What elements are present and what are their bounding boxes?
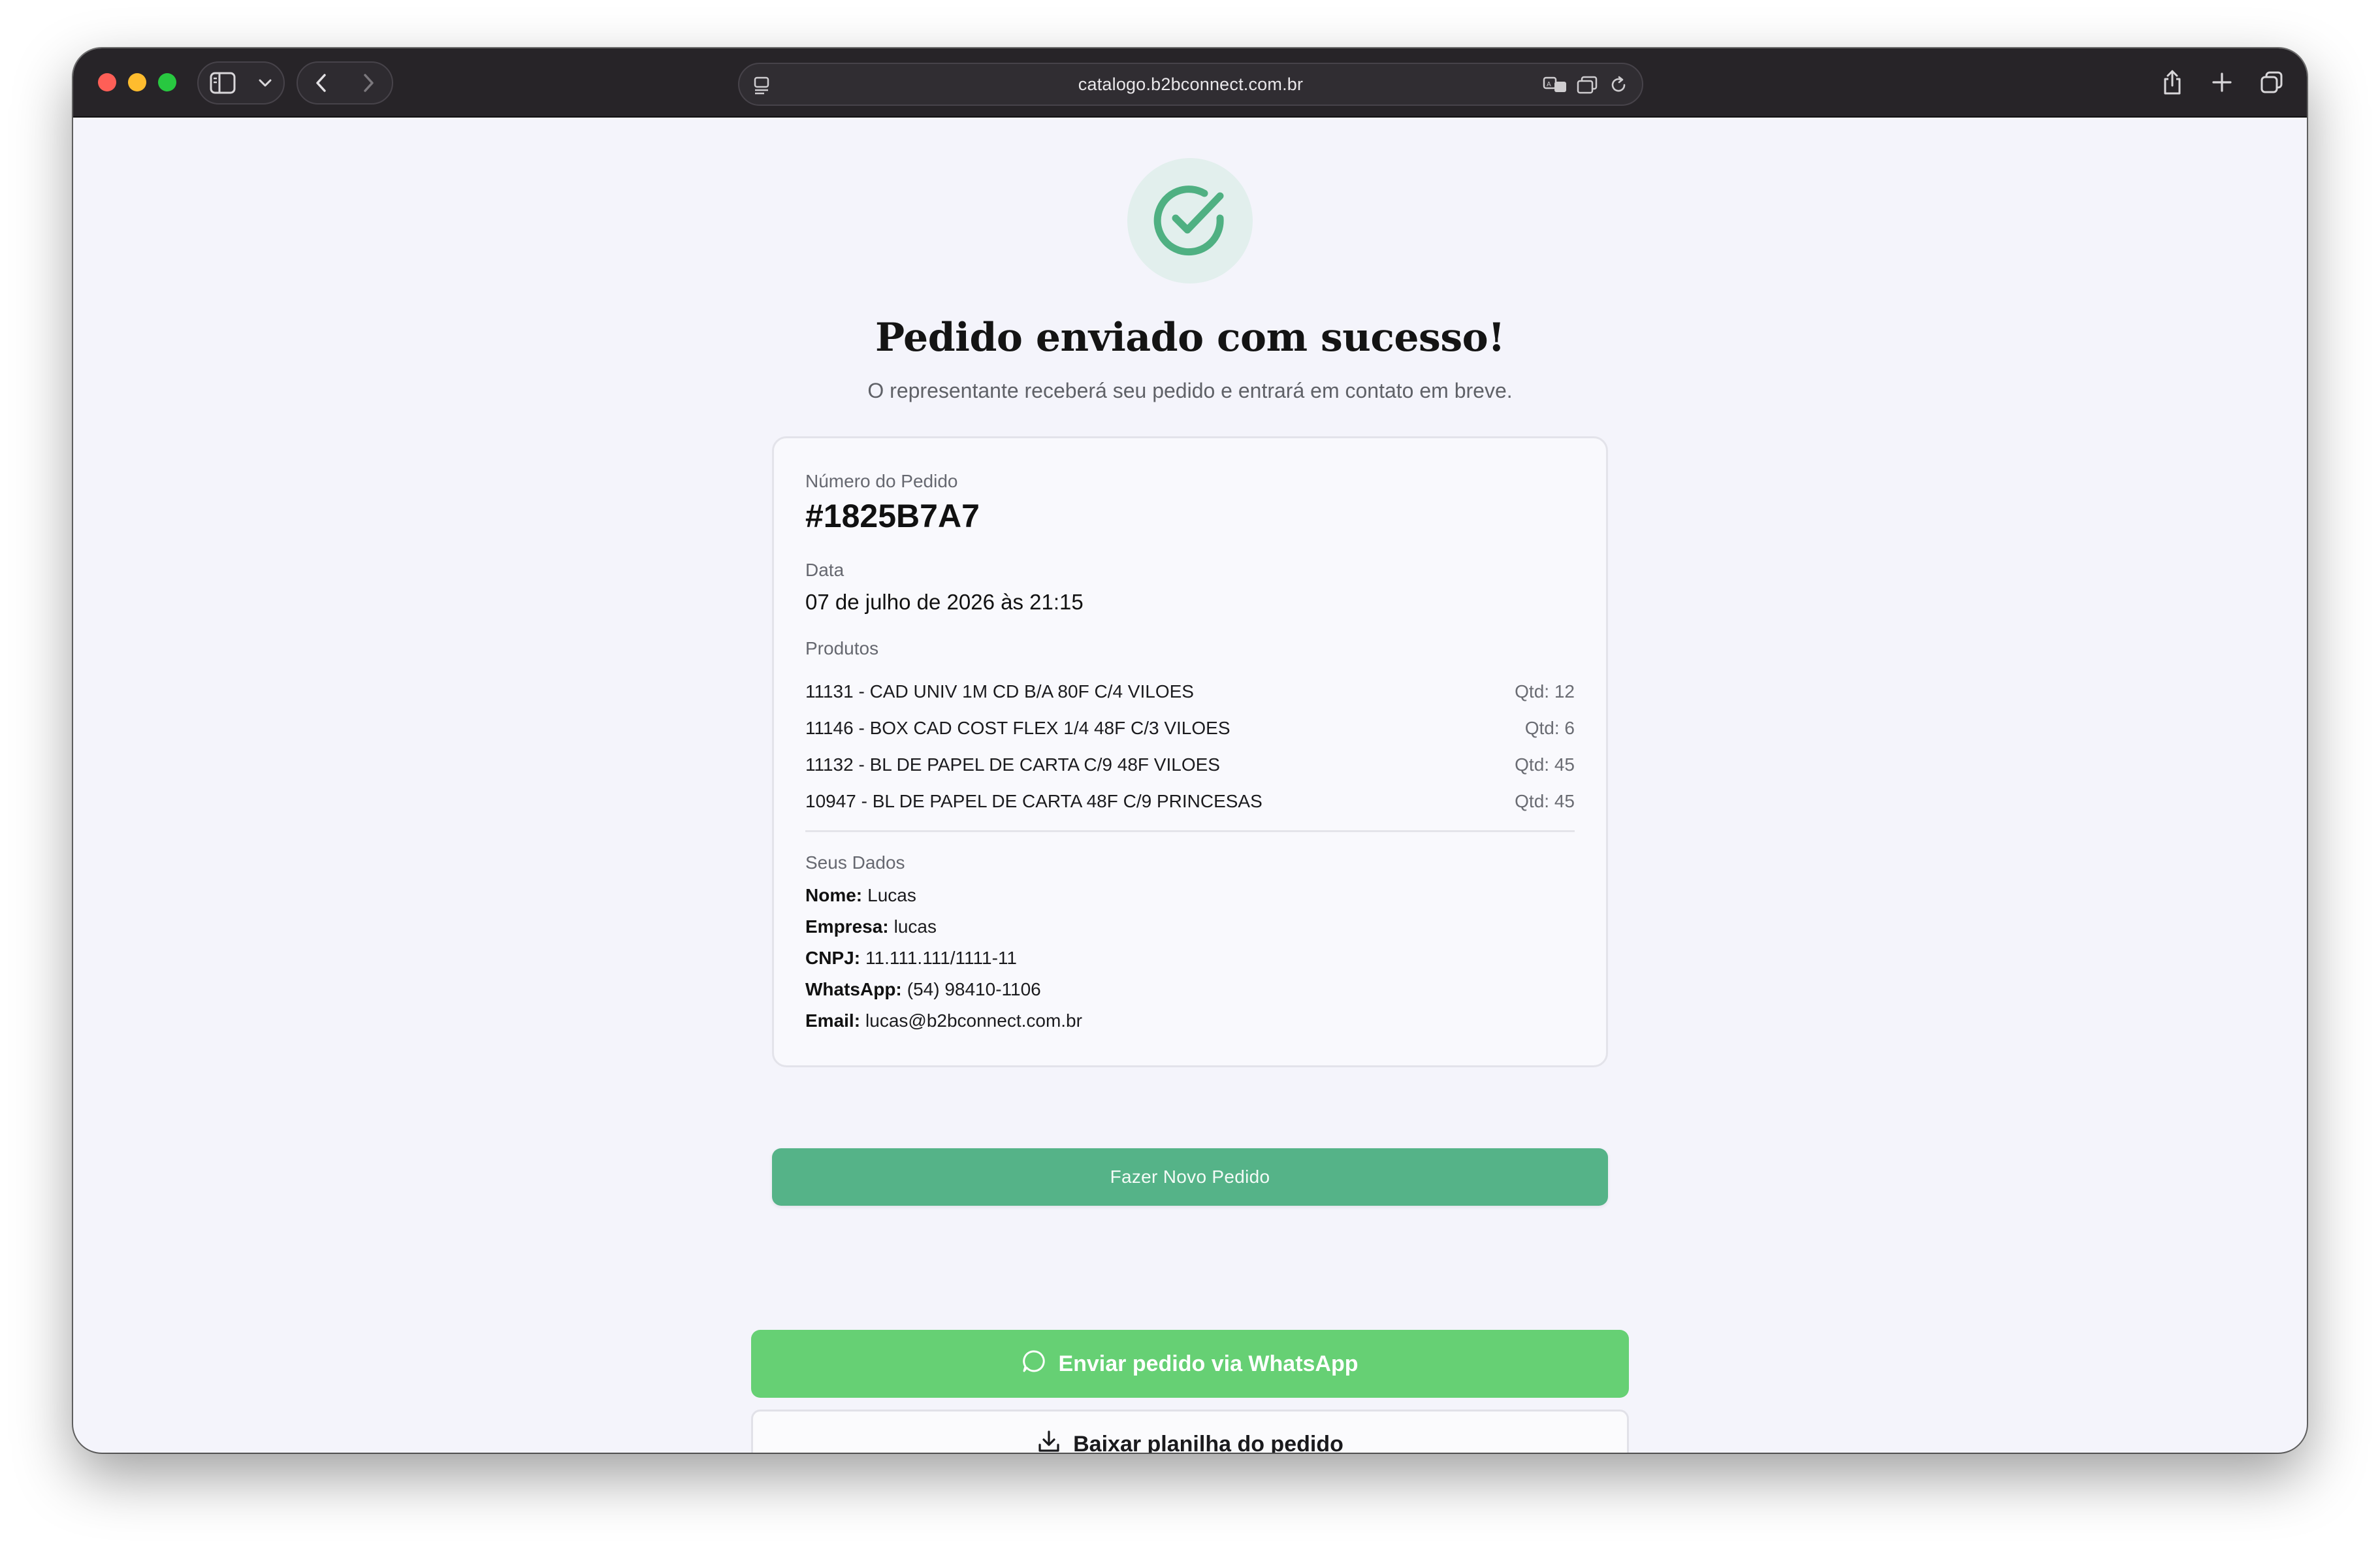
customer-label: Seus Dados	[805, 852, 905, 873]
customer-name-row: Nome: Lucas	[805, 885, 916, 905]
date-label: Data	[805, 560, 844, 580]
reader-icon[interactable]	[1573, 72, 1601, 98]
address-bar[interactable]: catalogo.b2bconnect.com.br A	[738, 63, 1643, 106]
browser-window: catalogo.b2bconnect.com.br A Pedido envi…	[73, 48, 2307, 1453]
product-name: 11132 - BL DE PAPEL DE CARTA C/9 48F VIL…	[805, 754, 1220, 775]
chevron-down-icon[interactable]	[252, 65, 278, 101]
back-arrow-icon[interactable]	[303, 65, 340, 101]
page-title: Pedido enviado com sucesso!	[875, 315, 1505, 361]
list-item: 11146 - BOX CAD COST FLEX 1/4 48F C/3 VI…	[805, 710, 1575, 747]
browser-toolbar: catalogo.b2bconnect.com.br A	[73, 48, 2307, 118]
product-name: 11146 - BOX CAD COST FLEX 1/4 48F C/3 VI…	[805, 718, 1230, 738]
close-window-button[interactable]	[98, 73, 116, 91]
customer-cnpj-row: CNPJ: 11.111.111/1111-11	[805, 948, 1017, 968]
page-subtitle: O representante receberá seu pedido e en…	[867, 379, 1513, 402]
navigation-group	[297, 61, 393, 105]
download-spreadsheet-button[interactable]: Baixar planilha do pedido	[751, 1410, 1629, 1453]
download-spreadsheet-label: Baixar planilha do pedido	[1073, 1431, 1343, 1453]
products-label: Produtos	[805, 638, 879, 658]
order-summary-card: Número do Pedido #1825B7A7 Data 07 de ju…	[772, 436, 1608, 1067]
plus-icon[interactable]	[2204, 64, 2240, 101]
order-number-label: Número do Pedido	[805, 471, 958, 491]
check-circle-icon	[1127, 158, 1253, 283]
svg-text:A: A	[1547, 81, 1551, 88]
send-whatsapp-label: Enviar pedido via WhatsApp	[1058, 1351, 1359, 1376]
address-url[interactable]: catalogo.b2bconnect.com.br	[739, 64, 1642, 105]
customer-company-row: Empresa: lucas	[805, 916, 937, 937]
list-item: 10947 - BL DE PAPEL DE CARTA 48F C/9 PRI…	[805, 783, 1575, 820]
customer-details: Nome: Lucas Empresa: lucas CNPJ: 11.111.111…	[805, 880, 1082, 1037]
chat-bubble-icon	[1021, 1349, 1046, 1379]
customer-email-row: Email: lucas@b2bconnect.com.br	[805, 1010, 1082, 1031]
new-order-button[interactable]: Fazer Novo Pedido	[772, 1148, 1608, 1206]
zoom-window-button[interactable]	[158, 73, 176, 91]
translate-icon[interactable]: A	[1541, 72, 1570, 98]
product-qty: Qtd: 12	[1515, 681, 1575, 701]
product-name: 10947 - BL DE PAPEL DE CARTA 48F C/9 PRI…	[805, 791, 1262, 811]
sidebar-icon[interactable]	[204, 65, 241, 101]
page-content: Pedido enviado com sucesso! O representa…	[73, 118, 2307, 1453]
list-item: 11132 - BL DE PAPEL DE CARTA C/9 48F VIL…	[805, 747, 1575, 783]
forward-arrow-icon[interactable]	[350, 65, 387, 101]
list-item: 11131 - CAD UNIV 1M CD B/A 80F C/4 VILOE…	[805, 673, 1575, 710]
minimize-window-button[interactable]	[128, 73, 146, 91]
download-icon	[1037, 1429, 1061, 1453]
product-qty: Qtd: 6	[1524, 718, 1575, 738]
tabs-icon[interactable]	[2253, 64, 2290, 101]
order-number: #1825B7A7	[805, 498, 980, 534]
order-date: 07 de julho de 2026 às 21:15	[805, 590, 1084, 614]
customer-whatsapp-row: WhatsApp: (54) 98410-1106	[805, 979, 1041, 999]
reload-icon[interactable]	[1604, 72, 1633, 98]
product-list: 11131 - CAD UNIV 1M CD B/A 80F C/4 VILOE…	[805, 673, 1575, 820]
send-whatsapp-button[interactable]: Enviar pedido via WhatsApp	[751, 1330, 1629, 1398]
product-qty: Qtd: 45	[1515, 791, 1575, 811]
section-divider	[805, 830, 1575, 832]
sidebar-toggle-group	[197, 61, 285, 105]
product-name: 11131 - CAD UNIV 1M CD B/A 80F C/4 VILOE…	[805, 681, 1194, 701]
product-qty: Qtd: 45	[1515, 754, 1575, 775]
share-icon[interactable]	[2154, 64, 2191, 101]
